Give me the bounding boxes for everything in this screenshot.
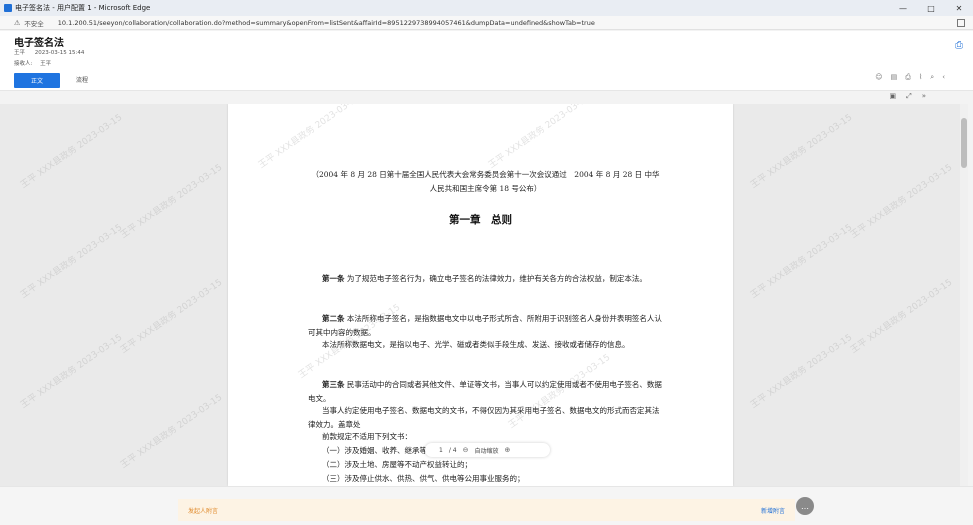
- watermark: 王平 XXX县政务 2023-03-15: [18, 112, 125, 191]
- recipient-name: 王平: [40, 61, 52, 67]
- document-preface: （2004 年 8 月 28 日第十届全国人民代表大会常务委员会第十一次会议通过…: [311, 170, 660, 193]
- article-paragraph: 第一条 为了规范电子签名行为，确立电子签名的法律效力，维护有关各方的合法权益，制…: [308, 272, 663, 286]
- comment-icon[interactable]: ☺: [875, 73, 882, 82]
- initiator-note-label: 发起人附言: [188, 507, 219, 515]
- watermark: 王平 XXX县政务 2023-03-15: [748, 222, 855, 301]
- search-icon[interactable]: ⌕: [930, 73, 934, 82]
- article-number: 第二条: [322, 314, 345, 323]
- watermark: 王平 XXX县政务 2023-03-15: [18, 222, 125, 301]
- current-page[interactable]: 1: [439, 447, 443, 454]
- article-text: 为了规范电子签名行为，确立电子签名的法律效力，维护有关各方的合法权益，制定本法。: [344, 274, 647, 283]
- page-navigator: 1 / 4 ⊖ 自动缩放 ⊕: [425, 443, 550, 457]
- tab-content[interactable]: 正文: [14, 73, 60, 88]
- watermark: 王平 XXX县政务 2023-03-15: [118, 392, 225, 471]
- url-text[interactable]: 10.1.200.51/seeyon/collaboration/collabo…: [58, 19, 595, 27]
- watermark: 王平 XXX县政务 2023-03-15: [18, 332, 125, 411]
- article-paragraph: 当事人约定使用电子签名、数据电文的文书，不得仅因为其采用电子签名、数据电文的形式…: [308, 404, 663, 432]
- expand-icon[interactable]: »: [922, 92, 926, 102]
- app-icon: [4, 4, 12, 12]
- fullscreen-icon[interactable]: ⤢: [906, 92, 912, 102]
- article-number: 第三条: [322, 380, 345, 389]
- article-text: （二）涉及土地、房屋等不动产权益转让的；: [322, 460, 472, 469]
- document-icon[interactable]: ▤: [891, 73, 898, 82]
- created-date: 2023-03-15 15:44: [34, 50, 85, 56]
- article-paragraph: （二）涉及土地、房屋等不动产权益转让的；: [308, 458, 663, 472]
- watermark: 王平 XXX县政务 2023-03-15: [118, 162, 225, 241]
- address-bar[interactable]: ⚠ 不安全 10.1.200.51/seeyon/collaboration/c…: [0, 16, 973, 30]
- chapter-heading: 第一章 总则: [449, 214, 512, 226]
- article-number: 第一条: [322, 274, 345, 283]
- zoom-in-icon[interactable]: ⊕: [504, 446, 510, 454]
- warning-icon: ⚠: [14, 18, 21, 27]
- watermark: 王平 XXX县政务 2023-03-15: [256, 104, 363, 171]
- zoom-out-icon[interactable]: ⊖: [463, 446, 469, 454]
- viewer-toolbar: ▣ ⤢ »: [0, 92, 960, 102]
- watermark: 王平 XXX县政务 2023-03-15: [748, 332, 855, 411]
- watermark: 王平 XXX县政务 2023-03-15: [118, 277, 225, 356]
- article-text: 前款规定不适用下列文书：: [322, 432, 412, 441]
- article-paragraph: 第二条 本法所称电子签名，是指数据电文中以电子形式所含、所附用于识别签名人身份并…: [308, 312, 663, 340]
- print-small-icon[interactable]: ⎙: [905, 73, 911, 82]
- sidebar-toggle-icon[interactable]: ▣: [889, 92, 896, 102]
- more-icon[interactable]: ‹: [942, 73, 945, 82]
- document-meta: 王平 2023-03-15 15:44: [14, 48, 92, 56]
- tab-actions-icon[interactable]: [957, 18, 965, 27]
- zoom-mode[interactable]: 自动缩放: [474, 446, 498, 455]
- viewer-scrollbar[interactable]: [960, 104, 968, 486]
- chat-icon[interactable]: …: [796, 497, 814, 515]
- recipient-label: 接收人:: [14, 61, 33, 67]
- watermark: 王平 XXX县政务 2023-03-15: [486, 104, 593, 171]
- article-paragraph: （三）涉及停止供水、供热、供气、供电等公用事业服务的；: [308, 472, 663, 486]
- watermark: 王平 XXX县政务 2023-03-15: [848, 162, 955, 241]
- page-title: 电子签名法: [14, 38, 64, 49]
- article-paragraph: 本法所称数据电文，是指以电子、光学、磁或者类似手段生成、发送、接收或者储存的信息…: [308, 338, 663, 352]
- watermark: 王平 XXX县政务 2023-03-15: [748, 112, 855, 191]
- article-paragraph: 第三条 民事活动中的合同或者其他文件、单证等文书，当事人可以约定使用或者不使用电…: [308, 378, 663, 406]
- scrollbar-thumb[interactable]: [961, 118, 967, 168]
- minimize-button[interactable]: —: [889, 0, 917, 16]
- attachment-icon[interactable]: ⌇: [919, 73, 922, 82]
- close-button[interactable]: ✕: [945, 0, 973, 16]
- document-header: 电子签名法 王平 2023-03-15 15:44 接收人: 王平 ⎙ 正文 流…: [0, 31, 973, 91]
- article-text: 本法所称数据电文，是指以电子、光学、磁或者类似手段生成、发送、接收或者储存的信息…: [322, 340, 630, 349]
- document-viewer[interactable]: 王平 XXX县政务 2023-03-15 王平 XXX县政务 2023-03-1…: [0, 104, 960, 486]
- total-pages: / 4: [448, 446, 457, 454]
- document-page: （2004 年 8 月 28 日第十届全国人民代表大会常务委员会第十一次会议通过…: [228, 104, 733, 486]
- add-note-link[interactable]: 新增附言: [761, 506, 785, 515]
- watermark: 王平 XXX县政务 2023-03-15: [848, 277, 955, 356]
- recipient-row: 接收人: 王平: [14, 59, 57, 67]
- print-icon[interactable]: ⎙: [951, 37, 967, 53]
- article-text: 当事人约定使用电子签名、数据电文的文书，不得仅因为其采用电子签名、数据电文的形式…: [308, 406, 660, 429]
- author: 王平: [14, 50, 26, 56]
- article-paragraph: 前款规定不适用下列文书：: [308, 430, 663, 444]
- article-text: 本法所称电子签名，是指数据电文中以电子形式所含、所附用于识别签名人身份并表明签名…: [308, 314, 662, 337]
- footer-bar: 发起人附言 新增附言 …: [0, 486, 973, 525]
- insecure-label[interactable]: 不安全: [24, 18, 44, 28]
- article-text: （三）涉及停止供水、供热、供气、供电等公用事业服务的；: [322, 474, 525, 483]
- article-text: 民事活动中的合同或者其他文件、单证等文书，当事人可以约定使用或者不使用电子签名、…: [308, 380, 662, 403]
- maximize-button[interactable]: □: [917, 0, 945, 16]
- header-toolbar: ☺ ▤ ⎙ ⌇ ⌕ ‹: [875, 73, 945, 82]
- window-titlebar: 电子签名法 - 用户配置 1 - Microsoft Edge — □ ✕: [0, 0, 973, 16]
- initiator-note-area[interactable]: 发起人附言 新增附言: [178, 499, 795, 521]
- tab-workflow[interactable]: 流程: [76, 75, 88, 84]
- window-title: 电子签名法 - 用户配置 1 - Microsoft Edge: [15, 4, 151, 12]
